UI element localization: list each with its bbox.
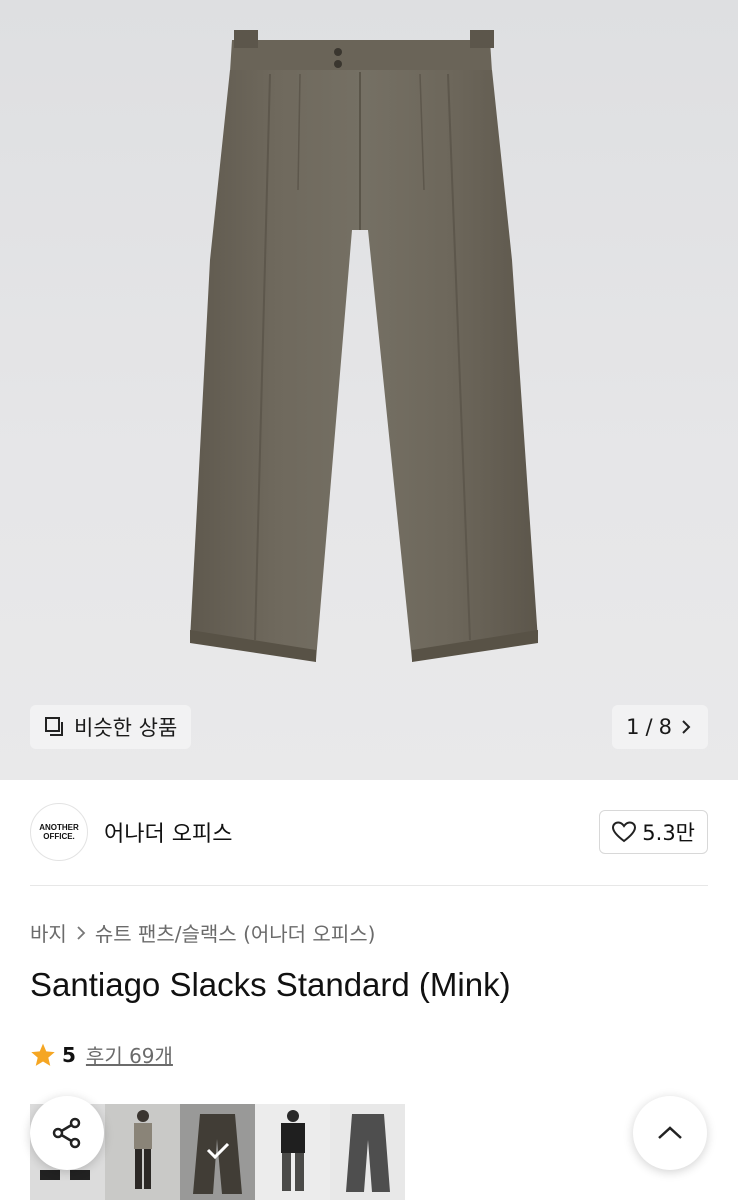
like-count: 5.3만 [642, 821, 695, 845]
image-pager[interactable]: 1 / 8 [612, 705, 708, 749]
product-image [190, 30, 538, 662]
thumbnail[interactable] [255, 1104, 330, 1200]
pager-total: 8 [658, 715, 672, 739]
divider [30, 885, 708, 886]
chevron-up-icon [658, 1126, 682, 1139]
thumbnail[interactable] [330, 1104, 405, 1200]
breadcrumb-subcategory[interactable]: 슈트 팬츠/슬랙스 (어나더 오피스) [95, 918, 376, 947]
chevron-right-icon [682, 720, 691, 734]
brand-name[interactable]: 어나더 오피스 [104, 816, 232, 848]
brand-row: ANOTHER OFFICE. 어나더 오피스 5.3만 [30, 802, 708, 862]
thumbnail-selected[interactable] [180, 1104, 255, 1200]
breadcrumb-category[interactable]: 바지 [30, 918, 67, 947]
scroll-top-button[interactable] [633, 1096, 707, 1170]
similar-products-button[interactable]: 비슷한 상품 [30, 705, 192, 749]
thumbnail[interactable] [105, 1104, 180, 1200]
product-image-area[interactable]: 비슷한 상품 1 / 8 [0, 0, 738, 780]
brand-logo-line2: OFFICE. [43, 832, 75, 841]
rating-score: 5 [62, 1042, 76, 1067]
brand-logo[interactable]: ANOTHER OFFICE. [30, 803, 88, 861]
similar-products-label: 비슷한 상품 [74, 716, 178, 740]
heart-outline-icon [612, 821, 637, 843]
breadcrumb: 바지 슈트 팬츠/슬랙스 (어나더 오피스) [30, 918, 375, 947]
chevron-right-icon [77, 925, 86, 940]
like-button[interactable]: 5.3만 [599, 810, 708, 854]
copy-square-icon [45, 717, 63, 736]
product-title: Santiago Slacks Standard (Mink) [30, 966, 511, 1003]
brand-logo-line1: ANOTHER [39, 823, 79, 832]
star-icon [31, 1043, 55, 1066]
pager-current: 1 [626, 715, 640, 739]
reviews-link[interactable]: 후기 69개 [86, 1040, 173, 1069]
share-button[interactable] [30, 1096, 104, 1170]
share-icon [52, 1117, 81, 1149]
pager-separator: / [645, 715, 653, 739]
rating-row: 5 후기 69개 [30, 1040, 173, 1069]
